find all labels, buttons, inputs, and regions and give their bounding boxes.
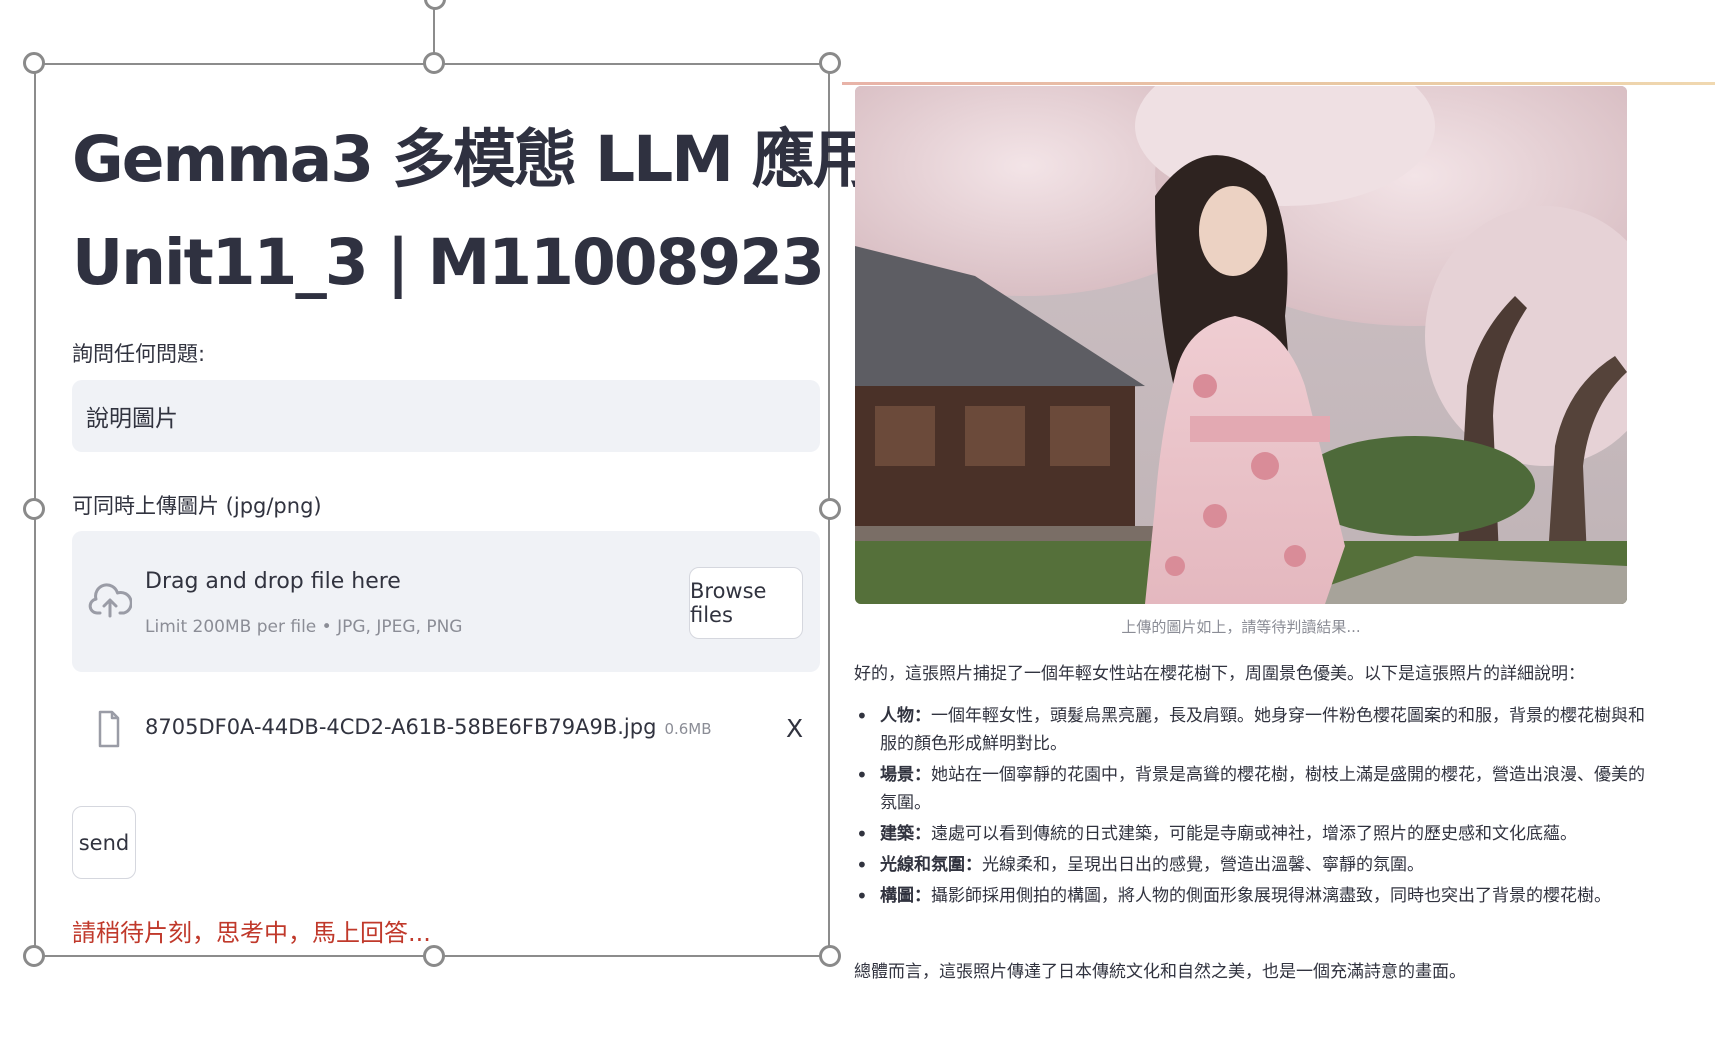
answer-intro: 好的，這張照片捕捉了一個年輕女性站在櫻花樹下，周圍景色優美。以下是這張照片的詳細… — [854, 664, 1585, 684]
resize-handle-top-right[interactable] — [819, 52, 841, 74]
question-input[interactable]: 說明圖片 — [72, 380, 820, 452]
answer-item-term: 構圖： — [880, 886, 931, 906]
divider-line — [842, 82, 1715, 85]
uploaded-file-name-text: 8705DF0A-44DB-4CD2-A61B-58BE6FB79A9B.jpg — [145, 715, 657, 739]
file-dropzone[interactable]: Drag and drop file here Limit 200MB per … — [72, 531, 820, 672]
uploaded-image — [855, 86, 1627, 604]
answer-list: 人物：一個年輕女性，頭髮烏黑亮麗，長及肩頸。她身穿一件粉色櫻花圖案的和服，背景的… — [854, 702, 1660, 913]
resize-handle-bottom-middle[interactable] — [423, 945, 445, 967]
answer-item-term: 光線和氛圍： — [880, 855, 982, 875]
file-icon — [98, 710, 120, 748]
page-title-line-1: Gemma3 多模態 LLM 應用範例 — [72, 123, 998, 196]
uploaded-file-size: 0.6MB — [664, 720, 712, 738]
answer-item-term: 建築： — [880, 824, 931, 844]
resize-handle-top-left[interactable] — [23, 52, 45, 74]
answer-item-text: 攝影師採用側拍的構圖，將人物的側面形象展現得淋漓盡致，同時也突出了背景的櫻花樹。 — [931, 886, 1611, 906]
answer-item-text: 光線柔和，呈現出日出的感覺，營造出溫馨、寧靜的氛圍。 — [982, 855, 1424, 875]
resize-handle-top-middle[interactable] — [423, 52, 445, 74]
answer-item-text: 她站在一個寧靜的花園中，背景是高聳的櫻花樹，樹枝上滿是盛開的櫻花，營造出浪漫、優… — [880, 765, 1645, 813]
answer-item-term: 場景： — [880, 765, 931, 785]
resize-handle-middle-left[interactable] — [23, 498, 45, 520]
resize-handle-bottom-left[interactable] — [23, 945, 45, 967]
image-caption: 上傳的圖片如上，請等待判讀結果... — [1121, 618, 1361, 636]
uploaded-image-illustration — [855, 86, 1627, 604]
answer-summary: 總體而言，這張照片傳達了日本傳統文化和自然之美，也是一個充滿詩意的畫面。 — [854, 962, 1466, 982]
page-title-line-2: Unit11_3 | M11008923 — [72, 226, 825, 299]
answer-item-composition: 構圖：攝影師採用側拍的構圖，將人物的側面形象展現得淋漓盡致，同時也突出了背景的櫻… — [856, 882, 1660, 910]
rotation-handle[interactable] — [424, 0, 446, 10]
question-label: 詢問任何問題: — [72, 342, 206, 366]
resize-handle-middle-right[interactable] — [819, 498, 841, 520]
answer-item-term: 人物： — [880, 706, 931, 726]
status-message: 請稍待片刻，思考中，馬上回答... — [72, 919, 431, 947]
answer-item-person: 人物：一個年輕女性，頭髮烏黑亮麗，長及肩頸。她身穿一件粉色櫻花圖案的和服，背景的… — [856, 702, 1660, 758]
uploaded-file-name: 8705DF0A-44DB-4CD2-A61B-58BE6FB79A9B.jpg… — [145, 715, 712, 739]
page-title: Gemma3 多模態 LLM 應用範例 Unit11_3 | M11008923 — [72, 108, 998, 314]
send-button[interactable]: send — [72, 806, 136, 879]
dropzone-title: Drag and drop file here — [145, 569, 401, 594]
question-input-value: 說明圖片 — [86, 406, 178, 432]
cloud-upload-icon — [88, 583, 132, 618]
upload-label: 可同時上傳圖片 (jpg/png) — [72, 494, 322, 518]
dropzone-limit-text: Limit 200MB per file • JPG, JPEG, PNG — [145, 617, 463, 637]
browse-files-button[interactable]: Browse files — [689, 567, 803, 639]
answer-item-text: 遠處可以看到傳統的日式建築，可能是寺廟或神社，增添了照片的歷史感和文化底蘊。 — [931, 824, 1577, 844]
answer-item-scene: 場景：她站在一個寧靜的花園中，背景是高聳的櫻花樹，樹枝上滿是盛開的櫻花，營造出浪… — [856, 761, 1660, 817]
answer-item-architecture: 建築：遠處可以看到傳統的日式建築，可能是寺廟或神社，增添了照片的歷史感和文化底蘊… — [856, 820, 1660, 848]
answer-item-text: 一個年輕女性，頭髮烏黑亮麗，長及肩頸。她身穿一件粉色櫻花圖案的和服，背景的櫻花樹… — [880, 706, 1645, 754]
answer-item-lighting: 光線和氛圍：光線柔和，呈現出日出的感覺，營造出溫馨、寧靜的氛圍。 — [856, 851, 1660, 879]
resize-handle-bottom-right[interactable] — [819, 945, 841, 967]
uploaded-file-row: 8705DF0A-44DB-4CD2-A61B-58BE6FB79A9B.jpg… — [72, 700, 820, 760]
remove-file-button[interactable]: X — [786, 714, 803, 743]
